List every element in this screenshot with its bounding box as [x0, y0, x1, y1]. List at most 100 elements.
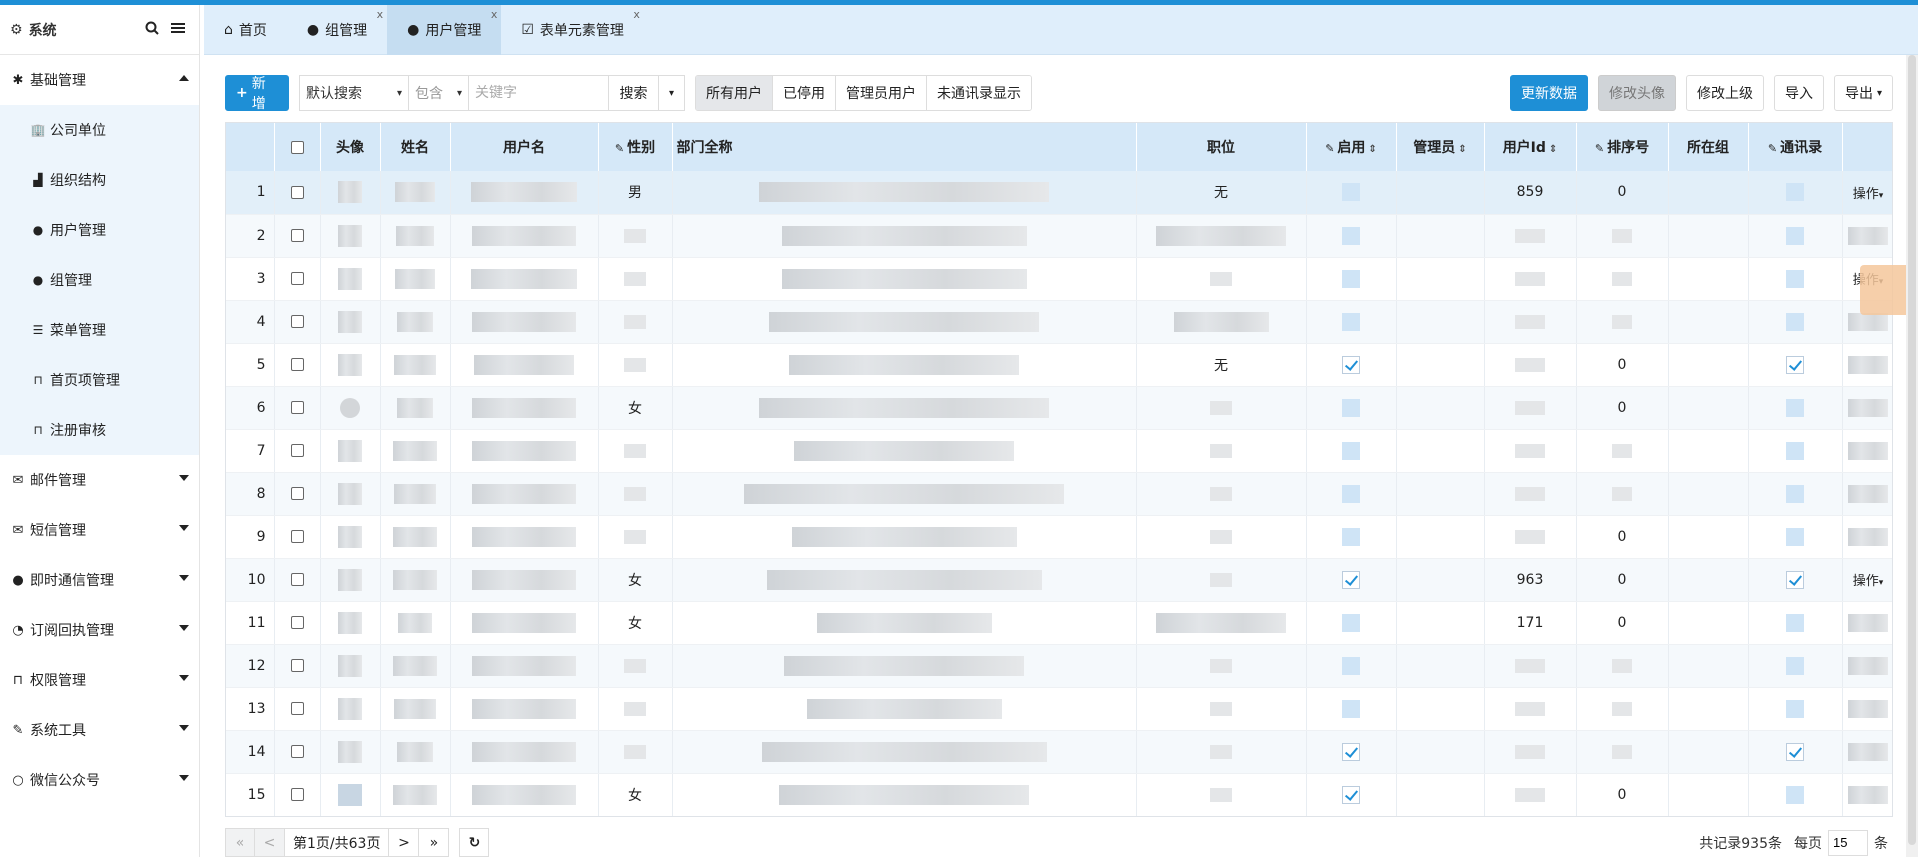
row-checkbox[interactable] [290, 530, 304, 543]
cell-select[interactable] [274, 386, 321, 430]
row-checkbox[interactable] [290, 358, 304, 371]
sort-icon[interactable]: ⇕ [1458, 144, 1466, 155]
add-button[interactable]: + 新增 [225, 75, 289, 112]
redacted-operations[interactable] [1848, 398, 1888, 417]
redacted-operations[interactable] [1848, 527, 1888, 546]
row-checkbox[interactable] [290, 229, 304, 242]
redacted-operations[interactable] [1848, 441, 1888, 460]
scrollbar-thumb[interactable] [1908, 55, 1916, 845]
redacted-operations[interactable] [1848, 355, 1888, 374]
col-contacts[interactable]: ✎ 通讯录 [1748, 123, 1843, 171]
reload-button[interactable]: ↻ [459, 828, 490, 857]
cell-enabled[interactable] [1306, 343, 1397, 387]
contact-checkbox[interactable] [1786, 226, 1804, 245]
row-checkbox[interactable] [290, 272, 304, 285]
enabled-checkbox[interactable] [1342, 226, 1360, 245]
per-page-input[interactable] [1828, 829, 1868, 856]
cell-contacts[interactable] [1748, 687, 1843, 731]
cell-contacts[interactable] [1748, 515, 1843, 559]
enabled-checkbox[interactable] [1342, 269, 1360, 288]
table-row[interactable]: 8 [226, 472, 1892, 516]
cell-contacts[interactable] [1748, 644, 1843, 688]
table-row[interactable]: 13 [226, 687, 1892, 731]
cell-contacts[interactable] [1748, 773, 1843, 816]
edit-superior-button[interactable]: 修改上级 [1685, 75, 1764, 111]
contact-checkbox[interactable] [1786, 312, 1804, 331]
row-checkbox[interactable] [290, 401, 304, 414]
col-userid[interactable]: 用户Id ⇕ [1484, 123, 1577, 171]
contact-checkbox[interactable] [1786, 527, 1804, 546]
cell-select[interactable] [274, 515, 321, 559]
sort-icon[interactable]: ⇕ [1368, 144, 1376, 155]
next-page-button[interactable]: > [389, 828, 420, 857]
cell-enabled[interactable] [1306, 429, 1397, 473]
col-gender[interactable]: ✎ 性别 [598, 123, 673, 171]
contact-checkbox[interactable] [1786, 742, 1804, 761]
cell-select[interactable] [274, 429, 321, 473]
keyword-input[interactable] [469, 75, 609, 111]
cell-enabled[interactable] [1306, 558, 1397, 602]
sidebar-item-groups[interactable]: ● 组管理 [0, 255, 199, 305]
sidebar-item-registration[interactable]: ⊓ 注册审核 [0, 405, 199, 455]
redacted-operations[interactable] [1848, 312, 1888, 331]
import-button[interactable]: 导入 [1773, 75, 1824, 111]
contact-checkbox[interactable] [1786, 613, 1804, 632]
cell-select[interactable] [274, 472, 321, 516]
operations-dropdown[interactable]: 操作▾ [1853, 574, 1884, 589]
prev-page-button[interactable]: < [255, 828, 285, 857]
redacted-operations[interactable] [1848, 484, 1888, 503]
col-enabled[interactable]: ✎ 启用 ⇕ [1306, 123, 1397, 171]
cell-contacts[interactable] [1748, 601, 1843, 645]
cell-ops[interactable] [1842, 730, 1892, 774]
contact-checkbox[interactable] [1786, 355, 1804, 374]
cell-select[interactable] [274, 730, 321, 774]
cell-enabled[interactable] [1306, 730, 1397, 774]
contact-checkbox[interactable] [1786, 183, 1804, 202]
sidebar-item-home-items[interactable]: ⊓ 首页项管理 [0, 355, 199, 405]
sidebar-group-sms[interactable]: ✉ 短信管理 [0, 505, 199, 555]
cell-ops[interactable] [1842, 687, 1892, 731]
tab-form-elements[interactable]: ☑ 表单元素管理 x [501, 5, 644, 55]
enabled-checkbox[interactable] [1342, 785, 1360, 804]
cell-contacts[interactable] [1748, 300, 1843, 344]
redacted-operations[interactable] [1848, 613, 1888, 632]
cell-select[interactable] [274, 214, 321, 258]
cell-contacts[interactable] [1748, 558, 1843, 602]
sidebar-item-org[interactable]: ▟ 组织结构 [0, 155, 199, 205]
menu-icon[interactable] [167, 20, 189, 39]
search-field-select[interactable]: 默认搜索 ▾ [299, 75, 409, 111]
cell-contacts[interactable] [1748, 730, 1843, 774]
cell-enabled[interactable] [1306, 515, 1397, 559]
cell-ops[interactable]: 操作▾ [1842, 171, 1892, 215]
filter-admins[interactable]: 管理员用户 [836, 76, 927, 110]
first-page-button[interactable]: « [225, 828, 255, 857]
enabled-checkbox[interactable] [1342, 527, 1360, 546]
cell-enabled[interactable] [1306, 773, 1397, 816]
sidebar-item-menus[interactable]: ☰ 菜单管理 [0, 305, 199, 355]
edit-avatar-button[interactable]: 修改头像 [1597, 75, 1676, 111]
contact-checkbox[interactable] [1786, 570, 1804, 589]
row-checkbox[interactable] [290, 487, 304, 500]
cell-select[interactable] [274, 343, 321, 387]
contact-checkbox[interactable] [1786, 785, 1804, 804]
cell-ops[interactable]: 操作▾ [1842, 558, 1892, 602]
close-icon[interactable]: x [377, 8, 384, 21]
contact-checkbox[interactable] [1786, 484, 1804, 503]
table-row[interactable]: 14 [226, 730, 1892, 774]
cell-contacts[interactable] [1748, 429, 1843, 473]
cell-ops[interactable] [1842, 214, 1892, 258]
col-admin[interactable]: 管理员 ⇕ [1396, 123, 1485, 171]
select-all-checkbox[interactable] [290, 140, 304, 154]
table-row[interactable]: 7 [226, 429, 1892, 473]
cell-select[interactable] [274, 171, 321, 215]
cell-select[interactable] [274, 601, 321, 645]
row-checkbox[interactable] [290, 788, 304, 801]
table-row[interactable]: 10 女 963 0 操作▾ [226, 558, 1892, 602]
operations-dropdown[interactable]: 操作▾ [1853, 187, 1884, 202]
enabled-checkbox[interactable] [1342, 355, 1360, 374]
cell-ops[interactable] [1842, 773, 1892, 816]
row-checkbox[interactable] [290, 745, 304, 758]
search-icon[interactable] [141, 20, 163, 39]
enabled-checkbox[interactable] [1342, 699, 1360, 718]
sidebar-group-tools[interactable]: ✎ 系统工具 [0, 705, 199, 755]
